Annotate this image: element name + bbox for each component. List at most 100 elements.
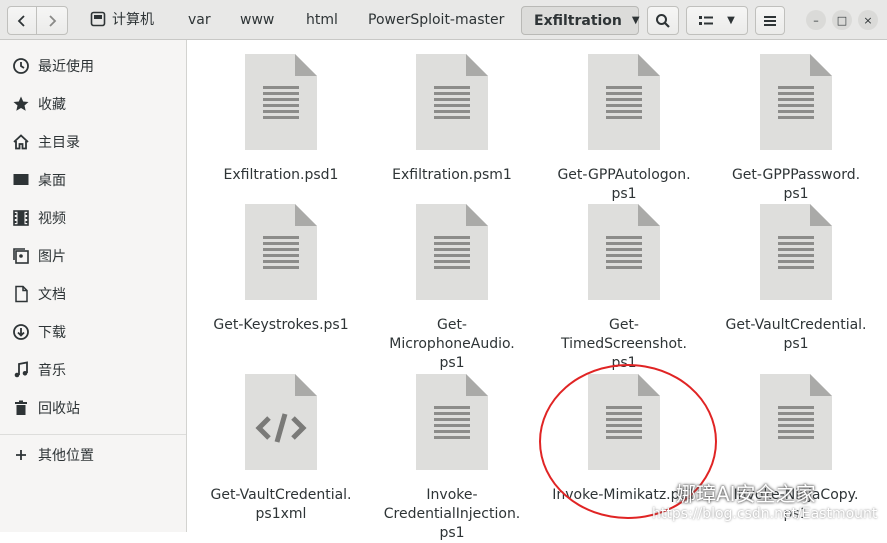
current-folder-label: Exfiltration bbox=[534, 12, 622, 29]
text-document-icon bbox=[416, 374, 488, 470]
menu-button[interactable] bbox=[755, 6, 785, 35]
sidebar-item-label: 其他位置 bbox=[38, 448, 94, 464]
breadcrumb-label: PowerSploit-master bbox=[368, 12, 505, 28]
text-document-icon bbox=[245, 54, 317, 150]
breadcrumb-var[interactable]: var bbox=[182, 6, 217, 35]
sidebar-item-label: 收藏 bbox=[38, 97, 66, 113]
sidebar-divider bbox=[0, 434, 186, 435]
caret-down-icon: ▼ bbox=[727, 15, 735, 26]
drive-icon bbox=[90, 11, 106, 27]
file-item[interactable]: Get-Keystrokes.ps1 bbox=[195, 204, 367, 374]
file-name: Invoke- CredentialInjection. ps1 bbox=[383, 487, 521, 541]
file-grid: Exfiltration.psd1 Exfiltration.psm1 Get-… bbox=[187, 40, 887, 541]
search-icon bbox=[656, 13, 670, 28]
file-name: Get-VaultCredential. ps1xml bbox=[210, 487, 352, 522]
sidebar-item-videos[interactable]: 视频 bbox=[0, 200, 186, 236]
chevron-left-icon bbox=[17, 14, 25, 27]
chevron-right-icon bbox=[49, 14, 57, 27]
text-document-icon bbox=[416, 204, 488, 300]
documents-icon bbox=[15, 285, 28, 303]
sidebar-item-trash[interactable]: 回收站 bbox=[0, 390, 186, 426]
text-document-icon bbox=[588, 54, 660, 150]
sidebar-item-documents[interactable]: 文档 bbox=[0, 276, 186, 312]
file-item[interactable]: Exfiltration.psd1 bbox=[195, 54, 367, 214]
breadcrumb-html[interactable]: html bbox=[300, 6, 344, 35]
sidebar-item-desktop[interactable]: 桌面 bbox=[0, 162, 186, 198]
file-item[interactable]: Get-GPPPassword. ps1 bbox=[710, 54, 882, 214]
file-item[interactable]: Get-VaultCredential. ps1 bbox=[710, 204, 882, 374]
hamburger-menu-icon bbox=[764, 15, 776, 26]
text-document-icon bbox=[760, 374, 832, 470]
maximize-icon: □ bbox=[836, 13, 848, 27]
desktop-icon bbox=[13, 174, 29, 185]
sidebar-item-pictures[interactable]: 图片 bbox=[0, 238, 186, 274]
header-bar: 计算机 var www html PowerSploit-master Exfi… bbox=[0, 0, 887, 40]
close-button[interactable]: × bbox=[858, 10, 878, 30]
file-name: Exfiltration.psm1 bbox=[392, 167, 512, 183]
trash-icon bbox=[15, 400, 27, 415]
pictures-icon bbox=[13, 248, 29, 264]
minimize-button[interactable]: – bbox=[806, 10, 826, 30]
sidebar-item-label: 下载 bbox=[38, 325, 66, 341]
sidebar-item-label: 回收站 bbox=[38, 401, 80, 417]
text-document-icon bbox=[588, 204, 660, 300]
sidebar: 最近使用 收藏 主目录 桌面 视频 图片 文档 下载 音乐 回收站 其他位置 bbox=[0, 40, 187, 532]
forward-button[interactable] bbox=[36, 6, 68, 35]
file-item[interactable]: Get- MicrophoneAudio. ps1 bbox=[366, 204, 538, 374]
sidebar-item-label: 最近使用 bbox=[38, 59, 94, 75]
breadcrumb-label: www bbox=[240, 12, 275, 28]
breadcrumb-www[interactable]: www bbox=[234, 6, 280, 35]
text-document-icon bbox=[760, 54, 832, 150]
text-document-icon bbox=[416, 54, 488, 150]
sidebar-item-starred[interactable]: 收藏 bbox=[0, 86, 186, 122]
text-document-icon bbox=[760, 204, 832, 300]
sidebar-item-label: 文档 bbox=[38, 287, 66, 303]
file-item[interactable]: Exfiltration.psm1 bbox=[366, 54, 538, 214]
file-item[interactable]: Invoke- CredentialInjection. ps1 bbox=[366, 374, 538, 541]
sidebar-item-label: 图片 bbox=[38, 249, 66, 265]
close-icon: × bbox=[863, 13, 873, 27]
sidebar-item-label: 桌面 bbox=[38, 173, 66, 189]
breadcrumb-label: var bbox=[188, 12, 211, 28]
sidebar-item-label: 主目录 bbox=[38, 135, 80, 151]
sidebar-item-music[interactable]: 音乐 bbox=[0, 352, 186, 388]
download-icon bbox=[13, 324, 29, 340]
breadcrumb-computer[interactable]: 计算机 bbox=[84, 6, 160, 35]
file-name: Get-Keystrokes.ps1 bbox=[213, 317, 349, 333]
breadcrumb-current-folder[interactable]: Exfiltration ▼ bbox=[521, 6, 640, 35]
maximize-button[interactable]: □ bbox=[832, 10, 852, 30]
file-name: Exfiltration.psd1 bbox=[223, 167, 339, 183]
sidebar-item-home[interactable]: 主目录 bbox=[0, 124, 186, 160]
list-view-icon bbox=[699, 15, 714, 25]
file-name: Get-GPPAutologon. ps1 bbox=[557, 167, 691, 202]
search-button[interactable] bbox=[647, 6, 679, 35]
back-button[interactable] bbox=[7, 6, 37, 35]
watermark-text: 娜璋AI安全之家 bbox=[676, 482, 816, 506]
breadcrumb-powersploit[interactable]: PowerSploit-master bbox=[362, 6, 510, 35]
sidebar-item-downloads[interactable]: 下载 bbox=[0, 314, 186, 350]
video-icon bbox=[13, 210, 29, 226]
sidebar-item-label: 视频 bbox=[38, 211, 66, 227]
file-name: Get-GPPPassword. ps1 bbox=[731, 167, 861, 202]
caret-down-icon: ▼ bbox=[631, 15, 640, 26]
code-document-icon bbox=[245, 374, 317, 470]
breadcrumb-label: html bbox=[306, 12, 338, 28]
file-name: Get-VaultCredential. ps1 bbox=[725, 317, 867, 352]
view-options-button[interactable]: ▼ bbox=[686, 6, 748, 35]
watermark-url: https://blog.csdn.net/Eastmount bbox=[652, 506, 878, 522]
star-icon bbox=[13, 96, 29, 111]
file-item[interactable]: Get- TimedScreenshot. ps1 bbox=[538, 204, 710, 374]
recent-icon bbox=[13, 58, 29, 74]
text-document-icon bbox=[245, 204, 317, 300]
file-item[interactable]: Get-VaultCredential. ps1xml bbox=[195, 374, 367, 532]
sidebar-item-label: 音乐 bbox=[38, 363, 66, 379]
music-icon bbox=[14, 361, 28, 378]
sidebar-item-recent[interactable]: 最近使用 bbox=[0, 48, 186, 84]
breadcrumb-label: 计算机 bbox=[112, 12, 154, 28]
file-item[interactable]: Get-GPPAutologon. ps1 bbox=[538, 54, 710, 214]
sidebar-item-other-locations[interactable]: 其他位置 bbox=[0, 437, 186, 473]
plus-icon bbox=[16, 450, 26, 460]
home-icon bbox=[13, 134, 29, 150]
file-name: Get- MicrophoneAudio. ps1 bbox=[389, 317, 515, 371]
minimize-icon: – bbox=[813, 13, 819, 27]
